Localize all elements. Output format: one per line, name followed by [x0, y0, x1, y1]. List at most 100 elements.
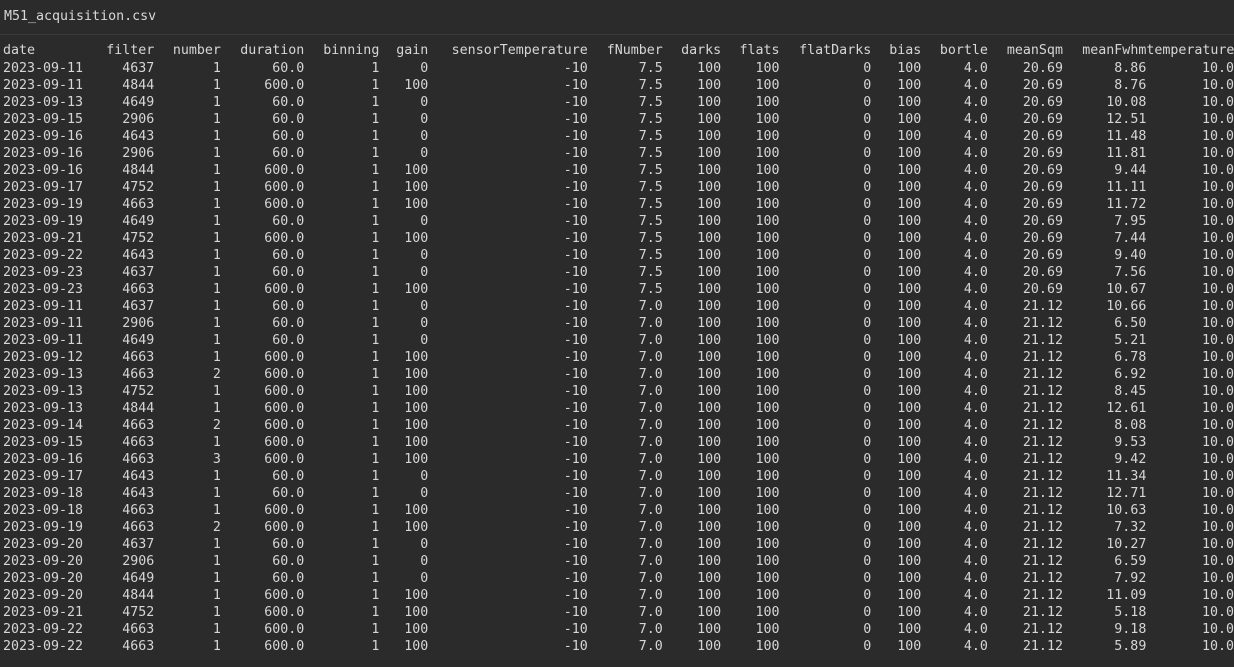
table-cell: 10.0 — [1201, 248, 1234, 263]
table-cell: 7.0 — [638, 333, 663, 348]
table-cell: -10 — [563, 180, 588, 195]
table-cell: 2023-09-17 — [3, 469, 84, 484]
table-cell: 0 — [863, 384, 872, 399]
table-cell: 0 — [863, 537, 872, 552]
table-cell: 4.0 — [963, 588, 988, 603]
table-cell: 100 — [755, 265, 780, 280]
table-row: 2023-09-19 4663 2 600.0 1 100 -10 7.0 100 100 0 100… — [0, 519, 1234, 536]
table-cell: 8.86 — [1114, 61, 1147, 76]
table-cell: 2023-09-16 — [3, 452, 84, 467]
table-cell: -10 — [563, 639, 588, 654]
table-cell: 0 — [863, 554, 872, 569]
table-cell: 7.0 — [638, 384, 663, 399]
table-cell: 100 — [755, 418, 780, 433]
table-cell: 1 — [371, 214, 380, 229]
table-cell: 100 — [755, 639, 780, 654]
table-cell: 0 — [863, 61, 872, 76]
table-cell: 100 — [404, 588, 429, 603]
table-cell: 100 — [404, 197, 429, 212]
table-cell: 0 — [863, 418, 872, 433]
table-cell: 100 — [697, 520, 722, 535]
table-cell: 600.0 — [264, 384, 305, 399]
table-cell: 0 — [863, 197, 872, 212]
table-cell: 0 — [863, 588, 872, 603]
table-cell: 21.12 — [1022, 605, 1063, 620]
table-cell: 10.0 — [1201, 622, 1234, 637]
table-cell: 7.0 — [638, 401, 663, 416]
table-cell: 10.0 — [1201, 197, 1234, 212]
table-cell: 100 — [404, 163, 429, 178]
table-cell: 100 — [897, 537, 922, 552]
table-cell: 11.09 — [1106, 588, 1147, 603]
table-cell: -10 — [563, 299, 588, 314]
table-cell: 1 — [371, 588, 380, 603]
table-cell: 21.12 — [1022, 537, 1063, 552]
table-cell: 2 — [212, 418, 221, 433]
table-cell: 100 — [897, 469, 922, 484]
table-cell: 100 — [755, 163, 780, 178]
table-cell: -10 — [563, 588, 588, 603]
table-cell: 10.0 — [1201, 299, 1234, 314]
table-cell: 100 — [755, 503, 780, 518]
table-cell: 100 — [697, 503, 722, 518]
table-cell: 0 — [420, 537, 429, 552]
table-cell: 7.0 — [638, 622, 663, 637]
table-row: 2023-09-20 4637 1 60.0 1 0 -10 7.0 100 100 0 100 4.0… — [0, 536, 1234, 553]
table-cell: 10.0 — [1201, 95, 1234, 110]
table-cell: 100 — [697, 95, 722, 110]
table-cell: 100 — [697, 180, 722, 195]
table-cell: 100 — [755, 605, 780, 620]
table-cell: 0 — [420, 316, 429, 331]
table-cell: 4649 — [122, 95, 155, 110]
table-cell: 100 — [697, 146, 722, 161]
table-cell: 4752 — [122, 605, 155, 620]
table-cell: 60.0 — [272, 537, 305, 552]
column-header: fNumber — [606, 43, 663, 58]
column-header: flatDarks — [799, 43, 872, 58]
table-cell: 4.0 — [963, 197, 988, 212]
table-cell: 7.0 — [638, 605, 663, 620]
table-cell: 100 — [404, 418, 429, 433]
table-cell: 2023-09-21 — [3, 605, 84, 620]
table-cell: 100 — [697, 401, 722, 416]
table-row: 2023-09-15 2906 1 60.0 1 0 -10 7.5 100 100 0 100 4.0… — [0, 111, 1234, 128]
table-cell: 100 — [404, 384, 429, 399]
table-row: 2023-09-18 4643 1 60.0 1 0 -10 7.0 100 100 0 100 4.0… — [0, 485, 1234, 502]
table-cell: 100 — [897, 129, 922, 144]
table-cell: 7.92 — [1114, 571, 1147, 586]
table-cell: 60.0 — [272, 571, 305, 586]
column-header: sensorTemperature — [451, 43, 588, 58]
file-name-tab[interactable]: M51_acquisition.csv — [4, 8, 156, 26]
table-cell: 60.0 — [272, 554, 305, 569]
table-cell: 100 — [755, 129, 780, 144]
table-cell: 100 — [897, 605, 922, 620]
column-header: flats — [739, 43, 780, 58]
table-cell: 100 — [697, 78, 722, 93]
table-row: 2023-09-17 4643 1 60.0 1 0 -10 7.0 100 100 0 100 4.0… — [0, 468, 1234, 485]
table-cell: 21.12 — [1022, 520, 1063, 535]
table-cell: 0 — [420, 112, 429, 127]
table-cell: 4637 — [122, 61, 155, 76]
table-cell: 2023-09-22 — [3, 639, 84, 654]
table-cell: 4844 — [122, 588, 155, 603]
table-cell: 21.12 — [1022, 452, 1063, 467]
table-cell: 10.0 — [1201, 503, 1234, 518]
table-cell: 6.50 — [1114, 316, 1147, 331]
table-cell: 100 — [897, 299, 922, 314]
table-cell: 100 — [404, 639, 429, 654]
column-header: meanFwhm — [1082, 43, 1147, 58]
table-cell: 2023-09-16 — [3, 146, 84, 161]
table-cell: 100 — [404, 452, 429, 467]
table-cell: 9.53 — [1114, 435, 1147, 450]
table-cell: 60.0 — [272, 316, 305, 331]
table-cell: 60.0 — [272, 95, 305, 110]
table-cell: -10 — [563, 554, 588, 569]
table-row: 2023-09-21 4752 1 600.0 1 100 -10 7.0 100 100 0 100… — [0, 604, 1234, 621]
table-cell: 7.44 — [1114, 231, 1147, 246]
table-cell: 9.18 — [1114, 622, 1147, 637]
table-cell: 100 — [404, 78, 429, 93]
table-cell: -10 — [563, 452, 588, 467]
table-cell: 0 — [863, 333, 872, 348]
table-cell: 100 — [697, 571, 722, 586]
table-cell: 100 — [897, 197, 922, 212]
